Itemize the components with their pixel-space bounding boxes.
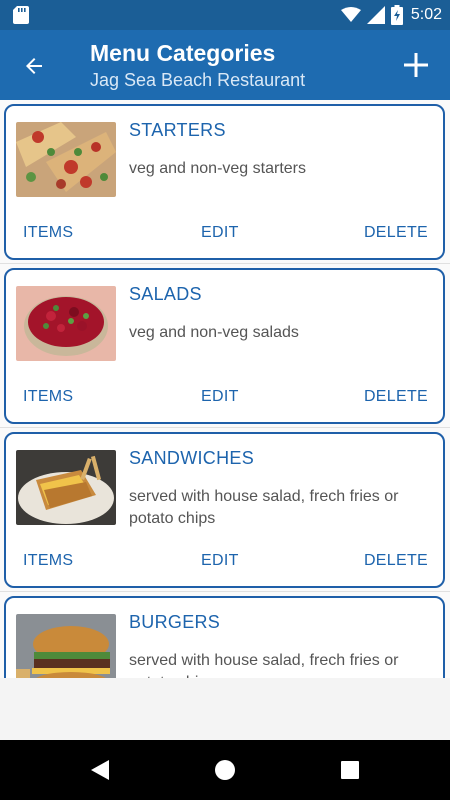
circle-home-icon [215,760,235,780]
back-button[interactable] [18,50,50,82]
category-image [16,122,116,197]
category-image [16,614,116,678]
nav-recents-button[interactable] [338,758,362,782]
delete-button[interactable]: DELETE [364,552,428,570]
category-description: served with house salad, frech fries or … [129,488,399,527]
category-description: veg and non-veg salads [129,324,299,341]
nav-home-button[interactable] [213,758,237,782]
page-subtitle: Jag Sea Beach Restaurant [90,70,306,90]
list-bottom-area [0,678,450,740]
category-name: BURGERS [129,612,221,632]
page-title: Menu Categories [90,40,276,66]
plus-icon [404,53,428,77]
app-bar-titles: Menu Categories Jag Sea Beach Restaurant [90,38,305,92]
app-bar: Menu Categories Jag Sea Beach Restaurant [0,30,450,100]
square-recents-icon [341,761,359,779]
edit-button[interactable]: EDIT [201,224,239,242]
status-bar: 5:02 [0,0,450,30]
category-name: STARTERS [129,120,226,140]
divider [0,591,450,592]
category-image [16,450,116,525]
delete-button[interactable]: DELETE [364,388,428,406]
battery-charging-icon [390,5,403,25]
signal-icon [366,6,385,24]
nav-back-button[interactable] [88,758,112,782]
items-button[interactable]: ITEMS [23,224,73,242]
edit-button[interactable]: EDIT [201,388,239,406]
items-button[interactable]: ITEMS [23,388,73,406]
add-category-button[interactable] [400,49,432,81]
divider [0,263,450,264]
divider [0,427,450,428]
triangle-back-icon [91,760,109,780]
category-card[interactable]: STARTERS veg and non-veg starters ITEMS … [4,104,445,260]
card-actions: ITEMS EDIT DELETE [6,388,443,416]
arrow-back-icon [26,58,42,74]
delete-button[interactable]: DELETE [364,224,428,242]
wifi-icon [340,7,361,22]
system-nav-bar [0,740,450,800]
category-card[interactable]: SANDWICHES served with house salad, frec… [4,432,445,588]
items-button[interactable]: ITEMS [23,552,73,570]
category-card[interactable]: SALADS veg and non-veg salads ITEMS EDIT… [4,268,445,424]
status-time: 5:02 [410,6,442,23]
card-actions: ITEMS EDIT DELETE [6,552,443,580]
category-list[interactable]: STARTERS veg and non-veg starters ITEMS … [0,100,450,678]
edit-button[interactable]: EDIT [201,552,239,570]
sd-card-icon [13,6,29,24]
category-card[interactable]: BURGERS served with house salad, frech f… [4,596,445,678]
category-description: served with house salad, frech fries or … [129,652,399,678]
category-name: SALADS [129,284,202,304]
category-image [16,286,116,361]
category-name: SANDWICHES [129,448,255,468]
category-description: veg and non-veg starters [129,160,306,177]
card-actions: ITEMS EDIT DELETE [6,224,443,252]
